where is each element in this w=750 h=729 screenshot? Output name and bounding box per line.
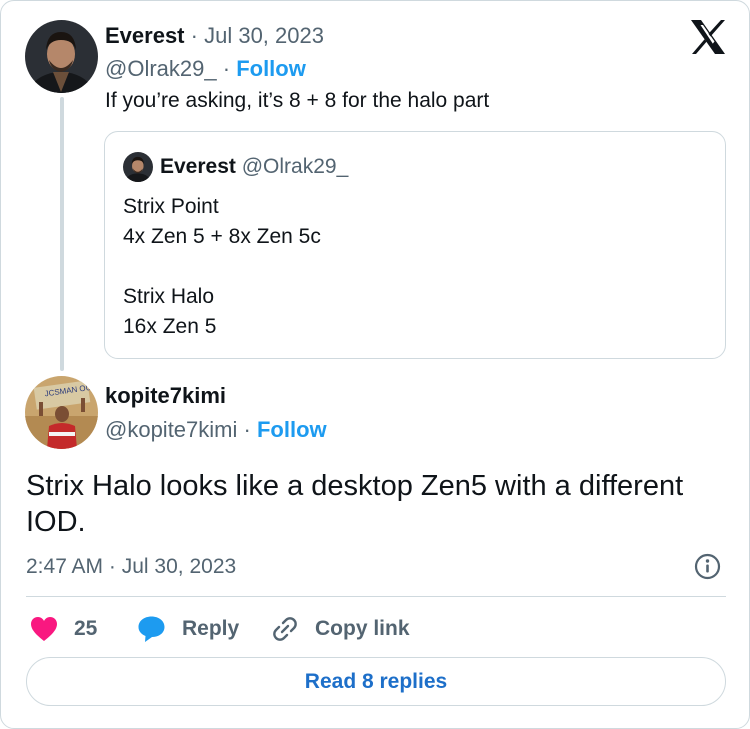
everest-avatar[interactable]	[25, 20, 98, 93]
divider	[26, 596, 726, 597]
main-follow-separator: ·	[243, 417, 251, 442]
quoted-line-blank	[123, 252, 321, 282]
heart-icon	[30, 616, 58, 642]
parent-handle-row: @Olrak29_ · Follow	[105, 55, 306, 83]
quoted-line: 16x Zen 5	[123, 315, 217, 338]
main-author-name[interactable]: kopite7kimi	[105, 382, 226, 410]
reply-label: Reply	[182, 617, 240, 640]
quoted-tweet-text: Strix Point 4x Zen 5 + 8x Zen 5c Strix H…	[123, 192, 321, 342]
read-replies-button[interactable]: Read 8 replies	[26, 657, 726, 706]
quoted-tweet-header: Everest @Olrak29_	[160, 153, 348, 181]
main-handle-row: @kopite7kimi · Follow	[105, 415, 327, 445]
quoted-line: Strix Point	[123, 195, 219, 218]
reply-button[interactable]: Reply	[137, 611, 239, 647]
quoted-author-name: Everest	[160, 155, 236, 178]
quoted-line: 4x Zen 5 + 8x Zen 5c	[123, 225, 321, 248]
copy-link-label: Copy link	[315, 617, 410, 640]
thread-connector-line	[60, 97, 64, 371]
tweet-date: Jul 30, 2023	[121, 555, 237, 578]
parent-tweet-header: Everest · Jul 30, 2023	[105, 22, 324, 50]
main-follow-button[interactable]: Follow	[257, 417, 327, 442]
main-tweet-text: Strix Halo looks like a desktop Zen5 wit…	[26, 470, 684, 538]
link-icon	[271, 615, 299, 643]
quoted-author-avatar	[123, 152, 153, 182]
parent-author-name[interactable]: Everest	[105, 23, 185, 48]
tweet-timestamp[interactable]: 2:47 AM · Jul 30, 2023	[26, 553, 236, 581]
parent-tweet-text: If you’re asking, it’s 8 + 8 for the hal…	[105, 89, 490, 112]
speech-bubble-icon	[137, 615, 166, 643]
copy-link-button[interactable]: Copy link	[271, 611, 410, 647]
tweet-date-separator: ·	[108, 555, 116, 578]
quoted-tweet[interactable]: Everest @Olrak29_ Strix Point 4x Zen 5 +…	[104, 131, 726, 359]
embedded-tweet-card: Everest · Jul 30, 2023 @Olrak29_ · Follo…	[0, 0, 750, 729]
parent-handle[interactable]: @Olrak29_	[105, 56, 217, 81]
parent-follow-button[interactable]: Follow	[236, 56, 306, 81]
quoted-line: Strix Halo	[123, 285, 215, 308]
like-count: 25	[74, 617, 98, 640]
info-icon[interactable]	[694, 553, 721, 580]
tweet-time: 2:47 AM	[26, 555, 104, 578]
x-logo-icon[interactable]	[689, 19, 727, 55]
parent-date-separator: ·	[190, 23, 198, 48]
parent-date[interactable]: Jul 30, 2023	[204, 23, 324, 48]
main-handle[interactable]: @kopite7kimi	[105, 417, 237, 442]
like-button[interactable]: 25	[30, 611, 97, 647]
kopite7kimi-avatar[interactable]: JCSMAN OUT	[25, 376, 98, 449]
parent-follow-separator: ·	[222, 56, 231, 81]
quoted-handle: @Olrak29_	[241, 155, 349, 178]
